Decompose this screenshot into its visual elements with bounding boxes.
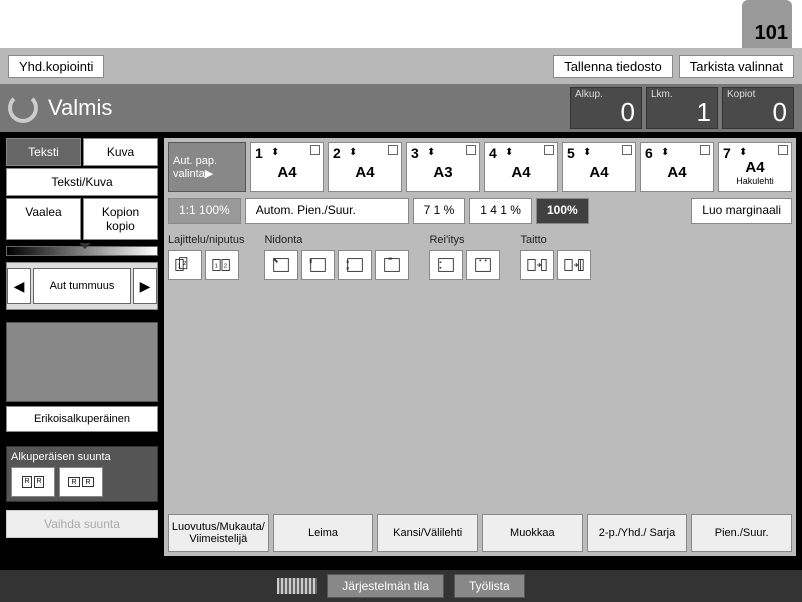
orientation-title: Alkuperäisen suunta [11,451,153,463]
counter-originals: Alkup. 0 [570,87,642,129]
save-file-button[interactable]: Tallenna tiedosto [553,55,673,78]
punch-1-button[interactable] [429,250,463,280]
mode-textimage-button[interactable]: Teksti/Kuva [6,168,158,196]
svg-text:1: 1 [178,264,181,270]
darkness-scale [6,246,158,256]
tray-auto-button[interactable]: Aut. pap. valinta▶ [168,142,246,192]
tab-edit[interactable]: Muokkaa [482,514,583,552]
staple-4-button[interactable] [375,250,409,280]
tray-6[interactable]: 6⬍A4 [640,142,714,192]
zoom-auto-button[interactable]: Autom. Pien./Suur. [245,198,409,224]
check-options-button[interactable]: Tarkista valinnat [679,55,794,78]
zoom-100-button[interactable]: 100% [536,198,589,224]
change-direction-button[interactable]: Vaihda suunta [6,510,158,538]
mode-image-button[interactable]: Kuva [83,138,158,166]
create-margin-button[interactable]: Luo marginaali [691,198,792,224]
page-number: 101 [755,22,788,45]
tray-5[interactable]: 5⬍A4 [562,142,636,192]
zoom-141-button[interactable]: 1 4 1 % [469,198,532,224]
tray-2[interactable]: 2⬍A4 [328,142,402,192]
combine-copy-button[interactable]: Yhd.kopiointi [8,55,104,78]
tray-fill-icon: ⬍ [271,147,279,158]
zoom-1to1-button[interactable]: 1:1 100% [168,198,241,224]
preview-area [6,322,158,402]
special-original-button[interactable]: Erikoisalkuperäinen [6,406,158,432]
status-text: Valmis [48,95,566,121]
tab-stamp[interactable]: Leima [273,514,374,552]
tray-7[interactable]: 7⬍A4Hakulehti [718,142,792,192]
system-status-button[interactable]: Järjestelmän tila [327,574,444,598]
darkness-value[interactable]: Aut tummuus [33,268,131,304]
sort-group-button[interactable]: 12 [205,250,239,280]
zoom-71-button[interactable]: 7 1 % [413,198,466,224]
mode-copyofcopy-button[interactable]: Kopion kopio [83,198,158,240]
tab-cover[interactable]: Kansi/Välilehti [377,514,478,552]
svg-text:2: 2 [224,264,227,270]
mode-text-button[interactable]: Teksti [6,138,81,166]
svg-text:1: 1 [215,264,218,270]
counter-qty: Lkm. 1 [646,87,718,129]
fold-label: Taitto [520,234,591,246]
orientation-portrait-button[interactable]: RR [11,467,55,497]
staple-label: Nidonta [264,234,409,246]
tray-3[interactable]: 3⬍A3 [406,142,480,192]
darkness-right-button[interactable]: ▶ [133,268,157,304]
staple-1-button[interactable] [264,250,298,280]
fold-2-button[interactable] [557,250,591,280]
tab-duplex[interactable]: 2-p./Yhd./ Sarja [587,514,688,552]
sort-collate-button[interactable]: 12 [168,250,202,280]
tray-4[interactable]: 4⬍A4 [484,142,558,192]
darkness-left-button[interactable]: ◀ [7,268,31,304]
sort-label: Lajittelu/niputus [168,234,244,246]
punch-label: Rei'itys [429,234,500,246]
punch-2-button[interactable] [466,250,500,280]
staple-3-button[interactable] [338,250,372,280]
tab-reduce[interactable]: Pien./Suur. [691,514,792,552]
orientation-landscape-button[interactable]: RR [59,467,103,497]
tab-output[interactable]: Luovutus/Mukauta/ Viimeistelijä [168,514,269,552]
footer-stripe-icon [277,578,317,594]
mode-light-button[interactable]: Vaalea [6,198,81,240]
tray-1[interactable]: 1⬍A4 [250,142,324,192]
paper-icon [310,145,320,155]
counter-copies: Kopiot 0 [722,87,794,129]
fold-1-button[interactable] [520,250,554,280]
spinner-icon [8,93,38,123]
staple-2-button[interactable] [301,250,335,280]
job-list-button[interactable]: Työlista [454,574,525,598]
svg-text:2: 2 [183,261,186,267]
